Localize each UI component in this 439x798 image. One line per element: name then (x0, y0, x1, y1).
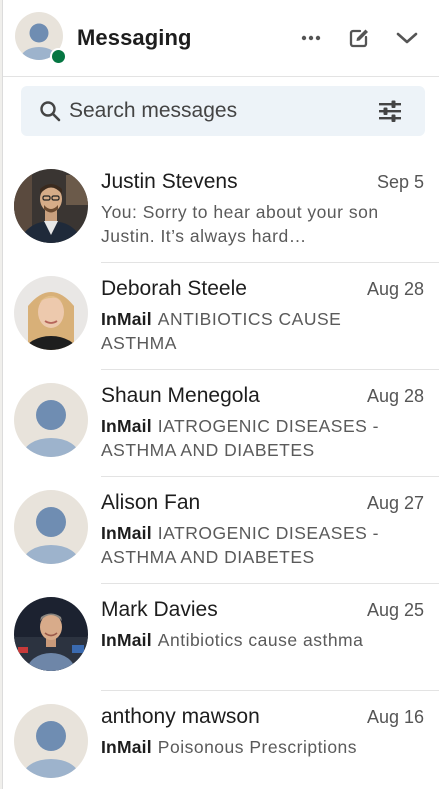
search-input[interactable] (69, 86, 369, 136)
divider (101, 690, 439, 691)
compose-message-button[interactable] (343, 22, 375, 54)
conversation-item[interactable]: Alison Fan Aug 27 InMail IATROGENIC DISEA… (3, 478, 439, 584)
conversation-item[interactable]: Justin Stevens Sep 5 You: Sorry to hear … (3, 157, 439, 263)
chevron-down-icon (396, 32, 418, 44)
search-bar[interactable] (21, 86, 425, 136)
compose-icon (349, 29, 368, 48)
message-date: Sep 5 (376, 172, 424, 192)
contact-name: Mark Davies (101, 598, 218, 621)
inmail-label: InMail (101, 737, 152, 757)
message-snippet: InMail IATROGENIC DISEASES - ASTHMA AND D… (101, 414, 381, 462)
contact-name: Shaun Menegola (101, 384, 260, 407)
filter-icon[interactable] (377, 99, 403, 123)
messaging-header[interactable]: Messaging (3, 0, 439, 77)
message-date: Aug 27 (366, 493, 424, 513)
message-snippet: InMail IATROGENIC DISEASES - ASTHMA AND D… (101, 521, 381, 569)
search-icon (40, 101, 61, 122)
contact-avatar[interactable] (14, 597, 88, 671)
message-snippet: You: Sorry to hear about your son Justin… (101, 200, 381, 248)
divider (101, 262, 439, 263)
inmail-label: InMail (101, 630, 152, 650)
more-options-button[interactable] (295, 22, 327, 54)
contact-name: Alison Fan (101, 491, 201, 514)
snippet-text: You: Sorry to hear about your son Justin… (101, 202, 379, 246)
message-snippet: InMail ANTIBIOTICS CAUSE ASTHMA (101, 307, 381, 355)
message-date: Aug 16 (366, 707, 424, 727)
contact-avatar[interactable] (14, 490, 88, 564)
message-date: Aug 25 (366, 600, 424, 620)
more-icon (301, 35, 321, 41)
message-snippet: InMail Antibiotics cause asthma (101, 628, 381, 652)
conversation-item[interactable]: anthony mawson Aug 16 InMail Poisonous Pr… (3, 692, 439, 798)
inmail-label: InMail (101, 416, 152, 436)
divider (101, 369, 439, 370)
message-date: Aug 28 (366, 386, 424, 406)
snippet-text: Poisonous Prescriptions (157, 737, 358, 757)
divider (101, 583, 439, 584)
contact-avatar[interactable] (14, 169, 88, 243)
contact-name: Justin Stevens (101, 170, 238, 193)
inmail-label: InMail (101, 523, 152, 543)
snippet-text: Antibiotics cause asthma (157, 630, 364, 650)
conversation-item[interactable]: Shaun Menegola Aug 28 InMail IATROGENIC D… (3, 371, 439, 477)
page-title: Messaging (77, 25, 192, 50)
contact-name: Deborah Steele (101, 277, 247, 300)
messaging-panel: Messaging Search messages Justin Stevens… (2, 0, 439, 789)
conversation-item[interactable]: Mark Davies Aug 25 InMail Antibiotics cau… (3, 585, 439, 691)
message-date: Aug 28 (366, 279, 424, 299)
conversation-item[interactable]: Deborah Steele Aug 28 InMail ANTIBIOTICS … (3, 264, 439, 370)
inmail-label: InMail (101, 309, 152, 329)
online-status-dot (50, 48, 67, 65)
contact-avatar[interactable] (14, 276, 88, 350)
contact-avatar[interactable] (14, 383, 88, 457)
message-snippet: InMail Poisonous Prescriptions (101, 735, 381, 759)
contact-avatar[interactable] (14, 704, 88, 778)
collapse-panel-button[interactable] (391, 22, 423, 54)
divider (101, 476, 439, 477)
contact-name: anthony mawson (101, 705, 260, 728)
